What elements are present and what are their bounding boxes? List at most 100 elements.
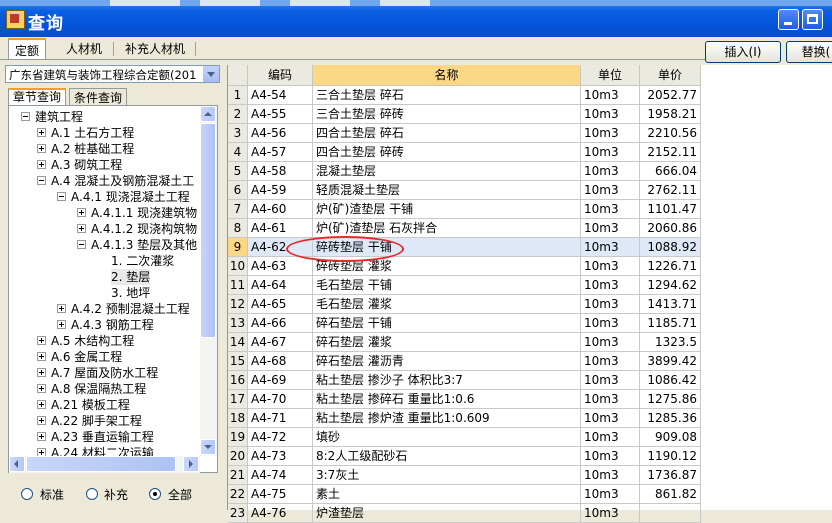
tab-chapter-search[interactable]: 章节查询 xyxy=(8,88,66,106)
cell-price: 1413.71 xyxy=(640,295,701,314)
expand-icon[interactable] xyxy=(37,416,46,425)
chevron-down-icon[interactable] xyxy=(202,66,219,82)
expand-icon[interactable] xyxy=(37,400,46,409)
title-bar: 查询 xyxy=(0,0,832,37)
cell-name: 3:7灰土 xyxy=(313,466,581,485)
cell-price: 1101.47 xyxy=(640,200,701,219)
cell-code: A4-55 xyxy=(248,105,313,124)
expand-icon[interactable] xyxy=(37,160,46,169)
insert-button[interactable]: 插入(I) xyxy=(705,41,781,63)
cell-code: A4-72 xyxy=(248,428,313,447)
row-number: 9 xyxy=(228,238,248,257)
collapse-icon[interactable] xyxy=(77,240,86,249)
row-number: 21 xyxy=(228,466,248,485)
scroll-down-icon[interactable] xyxy=(200,439,216,455)
tree-item-label: A.6 金属工程 xyxy=(51,350,123,364)
cell-code: A4-71 xyxy=(248,409,313,428)
cell-unit: 10m3 xyxy=(581,276,640,295)
replace-button[interactable]: 替换( xyxy=(786,41,832,63)
cell-unit: 10m3 xyxy=(581,219,640,238)
cell-price: 1275.86 xyxy=(640,390,701,409)
row-number: 8 xyxy=(228,219,248,238)
tree-item-label: A.22 脚手架工程 xyxy=(51,414,142,428)
tab-separator xyxy=(195,42,196,56)
tree-horizontal-scrollbar[interactable] xyxy=(9,456,200,473)
scroll-left-icon[interactable] xyxy=(9,456,25,472)
tree-vertical-scrollbar[interactable] xyxy=(200,106,217,456)
collapse-icon[interactable] xyxy=(21,112,30,121)
column-header-unit[interactable]: 单位 xyxy=(581,65,640,86)
expand-icon[interactable] xyxy=(77,208,86,217)
cell-price: 3899.42 xyxy=(640,352,701,371)
expand-icon[interactable] xyxy=(77,224,86,233)
tree-item-label: A.24 材料二次运输 xyxy=(51,446,154,456)
radio-all[interactable] xyxy=(149,488,161,500)
cell-unit: 10m3 xyxy=(581,143,640,162)
tree-item-label: A.3 砌筑工程 xyxy=(51,158,123,172)
cell-price: 861.82 xyxy=(640,485,701,504)
minimize-button[interactable] xyxy=(778,9,799,30)
tab-quota[interactable]: 定额 xyxy=(8,38,46,60)
cell-name: 四合土垫层 碎砖 xyxy=(313,143,581,162)
expand-icon[interactable] xyxy=(57,304,66,313)
cell-code: A4-61 xyxy=(248,219,313,238)
cell-unit: 10m3 xyxy=(581,86,640,105)
expand-icon[interactable] xyxy=(37,368,46,377)
cell-price: 1190.12 xyxy=(640,447,701,466)
cell-price: 1323.5 xyxy=(640,333,701,352)
cell-code: A4-76 xyxy=(248,504,313,523)
cell-name: 四合土垫层 碎石 xyxy=(313,124,581,143)
expand-icon[interactable] xyxy=(37,128,46,137)
expand-icon[interactable] xyxy=(37,144,46,153)
tab-supplementary-labor-material-machine[interactable]: 补充人材机 xyxy=(116,38,194,60)
tab-separator xyxy=(113,42,114,56)
quota-library-select[interactable]: 广东省建筑与装饰工程综合定额(201 xyxy=(5,65,220,83)
expand-icon[interactable] xyxy=(37,448,46,456)
column-header-price[interactable]: 单价 xyxy=(640,65,701,86)
row-number: 2 xyxy=(228,105,248,124)
scroll-right-icon[interactable] xyxy=(183,456,199,472)
row-number: 16 xyxy=(228,371,248,390)
row-number: 20 xyxy=(228,447,248,466)
expand-icon[interactable] xyxy=(37,432,46,441)
scroll-thumb[interactable] xyxy=(26,456,176,472)
cell-code: A4-74 xyxy=(248,466,313,485)
collapse-icon[interactable] xyxy=(57,192,66,201)
expand-icon[interactable] xyxy=(37,352,46,361)
scroll-up-icon[interactable] xyxy=(200,106,216,122)
cell-name: 8:2人工级配砂石 xyxy=(313,447,581,466)
cell-name: 炉渣垫层 xyxy=(313,504,581,523)
radio-standard[interactable] xyxy=(21,488,33,500)
cell-unit: 10m3 xyxy=(581,238,640,257)
expand-icon[interactable] xyxy=(37,384,46,393)
radio-all-label: 全部 xyxy=(168,488,193,502)
cell-code: A4-56 xyxy=(248,124,313,143)
radio-supplementary[interactable] xyxy=(86,488,98,500)
cell-price: 2210.56 xyxy=(640,124,701,143)
tab-labor-material-machine[interactable]: 人材机 xyxy=(56,38,112,60)
collapse-icon[interactable] xyxy=(37,176,46,185)
row-number: 19 xyxy=(228,428,248,447)
cell-unit: 10m3 xyxy=(581,181,640,200)
tab-condition-search[interactable]: 条件查询 xyxy=(69,88,127,106)
tree-item-label: A.7 屋面及防水工程 xyxy=(51,366,159,380)
chapter-tree: 建筑工程 A.1 土石方工程 A.2 桩基础工程 A.3 砌筑工程 A.4 混凝土及钢筋… xyxy=(8,105,218,473)
cell-name: 混凝土垫层 xyxy=(313,162,581,181)
scroll-thumb[interactable] xyxy=(200,123,216,338)
row-number: 18 xyxy=(228,409,248,428)
tree-item-label: A.4.1.3 垫层及其他 xyxy=(91,238,198,252)
column-header-code[interactable]: 编码 xyxy=(248,65,313,86)
cell-code: A4-67 xyxy=(248,333,313,352)
row-number: 5 xyxy=(228,162,248,181)
cell-unit: 10m3 xyxy=(581,409,640,428)
cell-price: 666.04 xyxy=(640,162,701,181)
column-header-name[interactable]: 名称 xyxy=(313,65,581,86)
tree-item-label: A.4.1 现浇混凝土工程 xyxy=(71,190,190,204)
tree-item-label: A.4.3 钢筋工程 xyxy=(71,318,154,332)
cell-unit: 10m3 xyxy=(581,295,640,314)
maximize-button[interactable] xyxy=(802,9,823,30)
expand-icon[interactable] xyxy=(37,336,46,345)
expand-icon[interactable] xyxy=(57,320,66,329)
cell-price: 1086.42 xyxy=(640,371,701,390)
tree-viewport: 建筑工程 A.1 土石方工程 A.2 桩基础工程 A.3 砌筑工程 A.4 混凝土及钢筋… xyxy=(9,106,200,456)
